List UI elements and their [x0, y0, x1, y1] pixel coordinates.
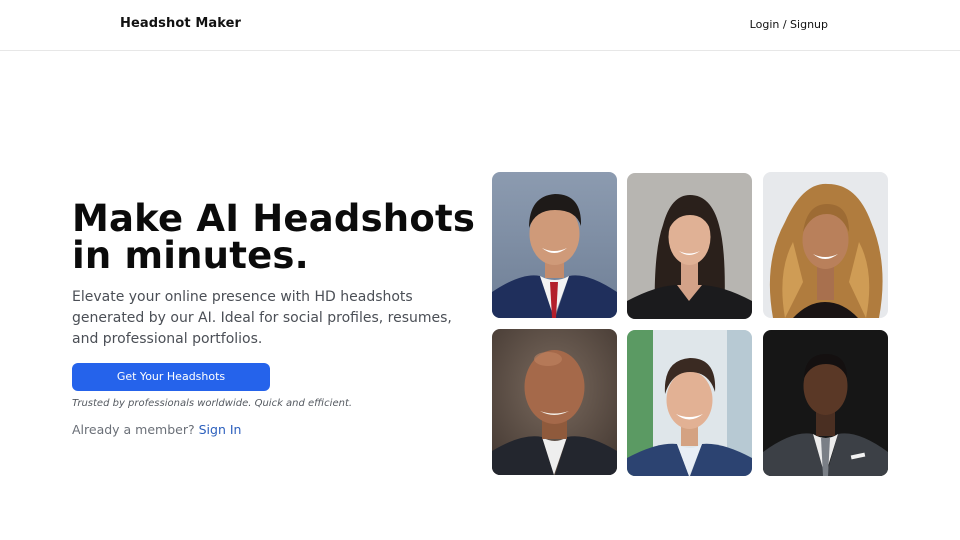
- headshot-image-3: [763, 172, 888, 318]
- hero-description: Elevate your online presence with HD hea…: [72, 289, 452, 347]
- brand-logo[interactable]: Headshot Maker: [120, 16, 241, 31]
- page-title: Make AI Headshots in minutes.: [72, 200, 482, 274]
- headshot-image-4: [492, 329, 617, 475]
- member-prompt-text: Already a member?: [72, 422, 195, 437]
- member-prompt: Already a member? Sign In: [72, 422, 482, 437]
- headline-line-2: in minutes.: [72, 234, 309, 277]
- trust-tagline: Trusted by professionals worldwide. Quic…: [72, 398, 353, 409]
- headshot-image-1: [492, 172, 617, 318]
- headshot-image-5: [627, 330, 752, 476]
- headshot-image-6: [763, 330, 888, 476]
- sign-in-link[interactable]: Sign In: [199, 422, 242, 437]
- headshot-image-2: [627, 173, 752, 319]
- navbar: Headshot Maker Login / Signup: [0, 0, 960, 51]
- hero-section: Make AI Headshots in minutes. Elevate yo…: [72, 200, 482, 437]
- get-headshots-button[interactable]: Get Your Headshots: [72, 363, 270, 391]
- login-signup-link[interactable]: Login / Signup: [750, 18, 828, 31]
- headshot-gallery: [492, 172, 888, 476]
